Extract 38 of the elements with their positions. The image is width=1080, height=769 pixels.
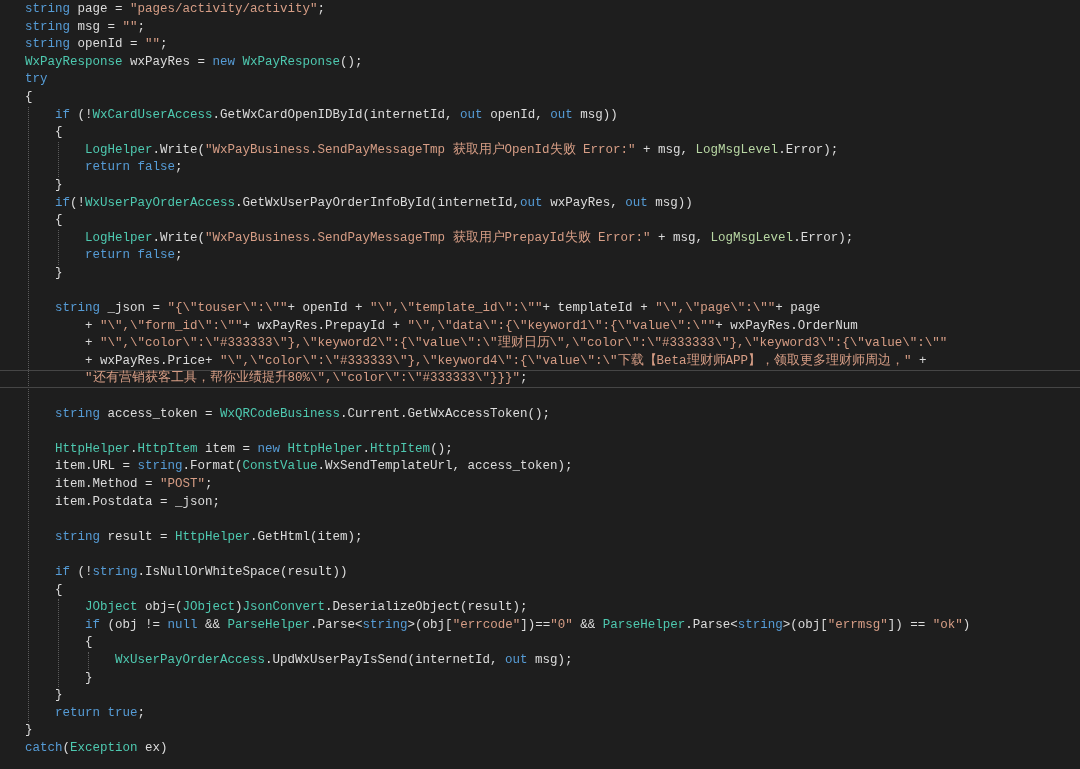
code-line: if (!string.IsNullOrWhiteSpace(result)) xyxy=(54,564,349,581)
code-line: item.URL = string.Format(ConstValue.WxSendTemplateUrl, access_token); xyxy=(54,458,574,476)
code-line: } xyxy=(54,687,64,705)
code-line: "还有营销获客工具，帮你业绩提升80%\",\"color\":\"#333333\"}}}"; xyxy=(0,370,1080,389)
code-line: + "\",\"color\":\"#333333\"},\"keyword2\":{\"value\":\"理财日历\",\"color\":\"#333333\"},\"keyword3\":{\"value\":\"" xyxy=(84,335,949,353)
code-line: JObject obj=(JObject)JsonConvert.DeserializeObject(result); xyxy=(84,599,529,617)
code-line: return true; xyxy=(54,704,147,722)
code-line: return false; xyxy=(84,247,184,265)
code-line: item.Postdata = _json; xyxy=(54,493,222,511)
code-line: catch(Exception ex) xyxy=(24,739,169,757)
code-line: string msg = ""; xyxy=(24,18,147,36)
code-line: { xyxy=(54,212,64,230)
code-line: if (obj != null && ParseHelper.Parse<string>(obj["errcode"])=="0" && ParseHelper.Parse<string>(obj["errmsg"]) == "ok") xyxy=(84,616,972,634)
code-line: item.Method = "POST"; xyxy=(54,476,214,494)
code-line: } xyxy=(54,264,64,282)
code-line: + wxPayRes.Price+ "\",\"color\":\"#333333\"},\"keyword4\":{\"value\":\"下载【Beta理财师APP】，领取更多理财师周边，" + xyxy=(84,352,928,370)
code-line: } xyxy=(54,176,64,194)
code-line: try xyxy=(24,71,49,89)
code-line: LogHelper.Write("WxPayBusiness.SendPayMessageTmp 获取用户PrepayId失败 Error:" + msg, LogMsgLevel.Error); xyxy=(84,229,855,247)
code-line: if(!WxUserPayOrderAccess.GetWxUserPayOrderInfoById(internetId,out wxPayRes, out msg)) xyxy=(54,194,694,212)
code-line: string result = HttpHelper.GetHtml(item); xyxy=(54,528,364,546)
code-line: + "\",\"form_id\":\""+ wxPayRes.PrepayId + "\",\"data\":{\"keyword1\":{\"value\":\""+ wxPayRes.OrderNum xyxy=(84,317,859,335)
code-line: } xyxy=(24,722,34,740)
code-line: string _json = "{\"touser\":\""+ openId + "\",\"template_id\":\""+ templateId + "\",\"page\":\""+ page xyxy=(54,300,822,318)
code-line: if (!WxCardUserAccess.GetWxCardOpenIDById(internetId, out openId, out msg)) xyxy=(54,106,619,124)
code-line: string page = "pages/activity/activity"; xyxy=(24,1,327,18)
code-line: { xyxy=(84,634,94,652)
code-line: HttpHelper.HttpItem item = new HttpHelper.HttpItem(); xyxy=(54,440,454,458)
code-line: WxUserPayOrderAccess.UpdWxUserPayIsSend(internetId, out msg); xyxy=(114,651,574,669)
code-line: { xyxy=(24,88,34,106)
code-line: { xyxy=(54,581,64,599)
code-line: string access_token = WxQRCodeBusiness.Current.GetWxAccessToken(); xyxy=(54,405,552,423)
code-line: string openId = ""; xyxy=(24,36,169,54)
code-line: } xyxy=(84,669,94,687)
code-line: LogHelper.Write("WxPayBusiness.SendPayMessageTmp 获取用户OpenId失败 Error:" + msg, LogMsgLevel.Error); xyxy=(84,141,840,159)
code-line: WxPayResponse wxPayRes = new WxPayResponse(); xyxy=(24,53,364,71)
code-line: return false; xyxy=(84,159,184,177)
code-line: { xyxy=(54,124,64,142)
